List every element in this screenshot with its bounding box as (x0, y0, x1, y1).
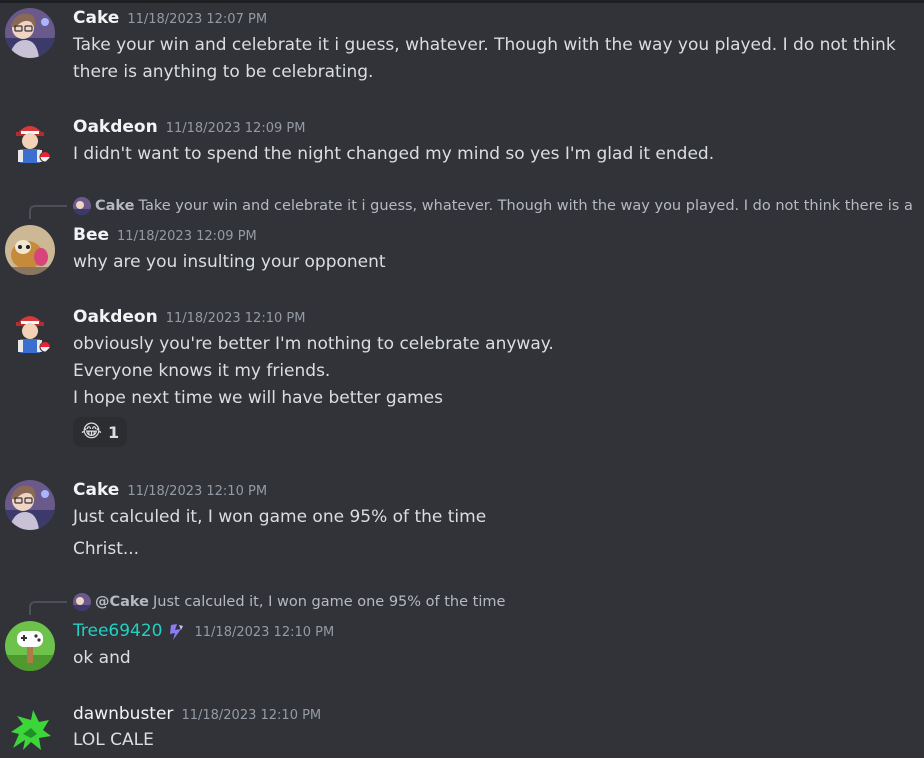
reply-username[interactable]: @Cake (95, 594, 149, 610)
reaction-count: 1 (108, 422, 120, 442)
username[interactable]: Oakdeon (73, 117, 158, 137)
reply-spine (29, 601, 67, 615)
message-text: I didn't want to spend the night changed… (73, 144, 715, 164)
timestamp[interactable]: 11/18/2023 12:07 PM (127, 12, 267, 27)
message-text: ok and (73, 648, 131, 668)
top-divider (0, 0, 924, 3)
message-text: there is anything to be celebrating. (73, 62, 374, 82)
cake-avatar[interactable] (5, 480, 55, 530)
timestamp[interactable]: 11/18/2023 12:10 PM (127, 484, 267, 499)
oakdeon-avatar[interactable] (5, 307, 55, 357)
message-text: why are you insulting your opponent (73, 252, 386, 272)
reply-username[interactable]: Cake (95, 198, 135, 214)
message-header: Cake 11/18/2023 12:10 PM (73, 478, 267, 502)
laughing-tears-emoji-icon: 😂 (81, 421, 103, 442)
reply-text: Take your win and celebrate it i guess, … (138, 198, 913, 214)
username[interactable]: Cake (73, 8, 119, 28)
message-header: Cake 11/18/2023 12:07 PM (73, 6, 267, 30)
reaction-button[interactable]: 😂 1 (73, 417, 128, 447)
chat-message-list: Cake 11/18/2023 12:07 PM Take your win an… (0, 0, 924, 758)
reply-avatar (73, 197, 91, 215)
message-header: dawnbuster 11/18/2023 12:10 PM (73, 702, 321, 726)
timestamp[interactable]: 11/18/2023 12:10 PM (195, 625, 335, 640)
reply-preview[interactable]: Cake Take your win and celebrate it i gue… (73, 196, 913, 216)
message-header: Oakdeon 11/18/2023 12:10 PM (73, 305, 305, 329)
timestamp[interactable]: 11/18/2023 12:10 PM (166, 311, 306, 326)
reply-spine (29, 205, 67, 219)
timestamp[interactable]: 11/18/2023 12:10 PM (181, 708, 321, 723)
message-text: I hope next time we will have better gam… (73, 388, 443, 408)
reply-preview[interactable]: @Cake Just calculed it, I won game one 95… (73, 592, 505, 612)
message-text: Christ... (73, 539, 140, 559)
message-header: Tree69420 11/18/2023 12:10 PM (73, 619, 334, 643)
username[interactable]: Bee (73, 225, 109, 245)
message-header: Oakdeon 11/18/2023 12:09 PM (73, 115, 305, 139)
timestamp[interactable]: 11/18/2023 12:09 PM (117, 229, 257, 244)
username[interactable]: Cake (73, 480, 119, 500)
message-text: LOL CALE (73, 730, 154, 750)
message-text: Just calculed it, I won game one 95% of … (73, 507, 487, 527)
bee-avatar[interactable] (5, 225, 55, 275)
message-header: Bee 11/18/2023 12:09 PM (73, 223, 257, 247)
dawnbuster-avatar[interactable] (5, 704, 55, 754)
reply-text: Just calculed it, I won game one 95% of … (153, 594, 506, 610)
username[interactable]: Tree69420 (73, 621, 163, 641)
message-text: obviously you're better I'm nothing to c… (73, 334, 554, 354)
message-text: Take your win and celebrate it i guess, … (73, 35, 896, 55)
reply-avatar (73, 593, 91, 611)
tree69420-avatar[interactable] (5, 621, 55, 671)
purple-lightning-badge-icon[interactable] (167, 622, 187, 642)
message-text: Everyone knows it my friends. (73, 361, 331, 381)
timestamp[interactable]: 11/18/2023 12:09 PM (166, 121, 306, 136)
username[interactable]: dawnbuster (73, 704, 173, 724)
cake-avatar[interactable] (5, 8, 55, 58)
oakdeon-avatar[interactable] (5, 117, 55, 167)
username[interactable]: Oakdeon (73, 307, 158, 327)
